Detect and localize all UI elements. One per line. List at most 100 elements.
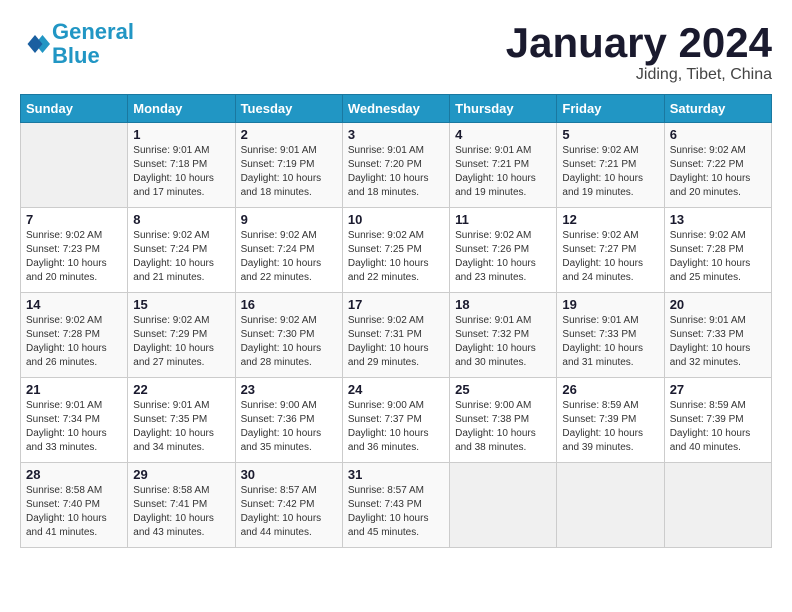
day-info: Sunrise: 9:01 AMSunset: 7:34 PMDaylight:… — [26, 399, 122, 455]
day-number: 24 — [348, 382, 444, 397]
day-number: 10 — [348, 212, 444, 227]
day-info: Sunrise: 8:58 AMSunset: 7:40 PMDaylight:… — [26, 484, 122, 540]
calendar-cell: 18 Sunrise: 9:01 AMSunset: 7:32 PMDayligh… — [450, 293, 557, 378]
day-info: Sunrise: 9:00 AMSunset: 7:37 PMDaylight:… — [348, 399, 444, 455]
day-number: 9 — [241, 212, 337, 227]
calendar-cell: 11 Sunrise: 9:02 AMSunset: 7:26 PMDayligh… — [450, 208, 557, 293]
calendar-cell: 9Sunrise: 9:02 AMSunset: 7:24 PMDaylight… — [235, 208, 342, 293]
day-number: 28 — [26, 467, 122, 482]
calendar-cell — [450, 463, 557, 548]
day-number: 26 — [562, 382, 658, 397]
day-number: 11 — [455, 212, 551, 227]
location-subtitle: Jiding, Tibet, China — [506, 66, 772, 84]
day-info: Sunrise: 8:59 AMSunset: 7:39 PMDaylight:… — [670, 399, 766, 455]
day-info: Sunrise: 9:02 AMSunset: 7:31 PMDaylight:… — [348, 314, 444, 370]
day-info: Sunrise: 9:02 AMSunset: 7:23 PMDaylight:… — [26, 229, 122, 285]
month-title: January 2024 — [506, 20, 772, 66]
calendar-cell: 4Sunrise: 9:01 AMSunset: 7:21 PMDaylight… — [450, 123, 557, 208]
calendar-cell: 20Sunrise: 9:01 AMSunset: 7:33 PMDayligh… — [664, 293, 771, 378]
calendar-cell: 8 Sunrise: 9:02 AMSunset: 7:24 PMDaylight… — [128, 208, 235, 293]
page-header: General Blue January 2024 Jiding, Tibet,… — [20, 20, 772, 84]
day-number: 23 — [241, 382, 337, 397]
day-info: Sunrise: 8:58 AMSunset: 7:41 PMDaylight:… — [133, 484, 229, 540]
day-info: Sunrise: 9:02 AMSunset: 7:21 PMDaylight:… — [562, 144, 658, 200]
calendar-week-row: 21 Sunrise: 9:01 AMSunset: 7:34 PMDayligh… — [21, 378, 772, 463]
calendar-week-row: 1 Sunrise: 9:01 AMSunset: 7:18 PMDaylight… — [21, 123, 772, 208]
weekday-header-saturday: Saturday — [664, 95, 771, 123]
day-info: Sunrise: 9:01 AMSunset: 7:19 PMDaylight:… — [241, 144, 337, 200]
logo-line2: Blue — [52, 43, 100, 68]
day-number: 6 — [670, 127, 766, 142]
day-number: 16 — [241, 297, 337, 312]
calendar-cell: 30 Sunrise: 8:57 AMSunset: 7:42 PMDayligh… — [235, 463, 342, 548]
calendar-cell: 29 Sunrise: 8:58 AMSunset: 7:41 PMDayligh… — [128, 463, 235, 548]
calendar-cell: 26Sunrise: 8:59 AMSunset: 7:39 PMDayligh… — [557, 378, 664, 463]
calendar-cell: 23 Sunrise: 9:00 AMSunset: 7:36 PMDayligh… — [235, 378, 342, 463]
weekday-header-wednesday: Wednesday — [342, 95, 449, 123]
day-info: Sunrise: 9:00 AMSunset: 7:36 PMDaylight:… — [241, 399, 337, 455]
day-number: 13 — [670, 212, 766, 227]
weekday-header-thursday: Thursday — [450, 95, 557, 123]
day-info: Sunrise: 9:02 AMSunset: 7:22 PMDaylight:… — [670, 144, 766, 200]
day-number: 3 — [348, 127, 444, 142]
day-info: Sunrise: 9:02 AMSunset: 7:29 PMDaylight:… — [133, 314, 229, 370]
day-info: Sunrise: 9:01 AMSunset: 7:20 PMDaylight:… — [348, 144, 444, 200]
day-number: 22 — [133, 382, 229, 397]
day-number: 27 — [670, 382, 766, 397]
calendar-cell: 1 Sunrise: 9:01 AMSunset: 7:18 PMDaylight… — [128, 123, 235, 208]
calendar-cell: 10Sunrise: 9:02 AMSunset: 7:25 PMDayligh… — [342, 208, 449, 293]
calendar-cell: 13Sunrise: 9:02 AMSunset: 7:28 PMDayligh… — [664, 208, 771, 293]
day-number: 14 — [26, 297, 122, 312]
day-number: 25 — [455, 382, 551, 397]
calendar-cell: 5 Sunrise: 9:02 AMSunset: 7:21 PMDaylight… — [557, 123, 664, 208]
weekday-header-monday: Monday — [128, 95, 235, 123]
day-info: Sunrise: 9:01 AMSunset: 7:21 PMDaylight:… — [455, 144, 551, 200]
title-section: January 2024 Jiding, Tibet, China — [506, 20, 772, 84]
day-info: Sunrise: 8:57 AMSunset: 7:43 PMDaylight:… — [348, 484, 444, 540]
calendar-cell: 21 Sunrise: 9:01 AMSunset: 7:34 PMDayligh… — [21, 378, 128, 463]
day-info: Sunrise: 8:57 AMSunset: 7:42 PMDaylight:… — [241, 484, 337, 540]
calendar-cell: 31 Sunrise: 8:57 AMSunset: 7:43 PMDayligh… — [342, 463, 449, 548]
logo-line1: General — [52, 19, 134, 44]
calendar-cell — [557, 463, 664, 548]
day-number: 1 — [133, 127, 229, 142]
day-info: Sunrise: 9:00 AMSunset: 7:38 PMDaylight:… — [455, 399, 551, 455]
day-info: Sunrise: 9:02 AMSunset: 7:26 PMDaylight:… — [455, 229, 551, 285]
calendar-cell — [664, 463, 771, 548]
day-number: 20 — [670, 297, 766, 312]
day-number: 8 — [133, 212, 229, 227]
calendar-cell: 22Sunrise: 9:01 AMSunset: 7:35 PMDayligh… — [128, 378, 235, 463]
day-number: 31 — [348, 467, 444, 482]
calendar-cell: 17Sunrise: 9:02 AMSunset: 7:31 PMDayligh… — [342, 293, 449, 378]
day-info: Sunrise: 9:02 AMSunset: 7:27 PMDaylight:… — [562, 229, 658, 285]
logo-icon — [20, 29, 50, 59]
day-number: 30 — [241, 467, 337, 482]
calendar-cell: 7 Sunrise: 9:02 AMSunset: 7:23 PMDaylight… — [21, 208, 128, 293]
weekday-header-tuesday: Tuesday — [235, 95, 342, 123]
day-number: 2 — [241, 127, 337, 142]
logo: General Blue — [20, 20, 134, 68]
calendar-cell: 19 Sunrise: 9:01 AMSunset: 7:33 PMDayligh… — [557, 293, 664, 378]
calendar-cell: 16 Sunrise: 9:02 AMSunset: 7:30 PMDayligh… — [235, 293, 342, 378]
calendar-week-row: 7 Sunrise: 9:02 AMSunset: 7:23 PMDaylight… — [21, 208, 772, 293]
day-info: Sunrise: 9:02 AMSunset: 7:28 PMDaylight:… — [26, 314, 122, 370]
calendar-week-row: 28 Sunrise: 8:58 AMSunset: 7:40 PMDayligh… — [21, 463, 772, 548]
calendar-week-row: 14 Sunrise: 9:02 AMSunset: 7:28 PMDayligh… — [21, 293, 772, 378]
day-number: 5 — [562, 127, 658, 142]
weekday-header-friday: Friday — [557, 95, 664, 123]
weekday-header-sunday: Sunday — [21, 95, 128, 123]
calendar-cell: 2 Sunrise: 9:01 AMSunset: 7:19 PMDaylight… — [235, 123, 342, 208]
day-info: Sunrise: 9:01 AMSunset: 7:18 PMDaylight:… — [133, 144, 229, 200]
day-info: Sunrise: 9:01 AMSunset: 7:32 PMDaylight:… — [455, 314, 551, 370]
day-number: 29 — [133, 467, 229, 482]
day-number: 21 — [26, 382, 122, 397]
day-info: Sunrise: 9:01 AMSunset: 7:33 PMDaylight:… — [562, 314, 658, 370]
day-number: 19 — [562, 297, 658, 312]
calendar-cell: 3 Sunrise: 9:01 AMSunset: 7:20 PMDaylight… — [342, 123, 449, 208]
day-number: 18 — [455, 297, 551, 312]
day-info: Sunrise: 9:02 AMSunset: 7:30 PMDaylight:… — [241, 314, 337, 370]
day-info: Sunrise: 9:02 AMSunset: 7:24 PMDaylight:… — [133, 229, 229, 285]
calendar-cell: 15Sunrise: 9:02 AMSunset: 7:29 PMDayligh… — [128, 293, 235, 378]
day-number: 7 — [26, 212, 122, 227]
weekday-header-row: SundayMondayTuesdayWednesdayThursdayFrid… — [21, 95, 772, 123]
